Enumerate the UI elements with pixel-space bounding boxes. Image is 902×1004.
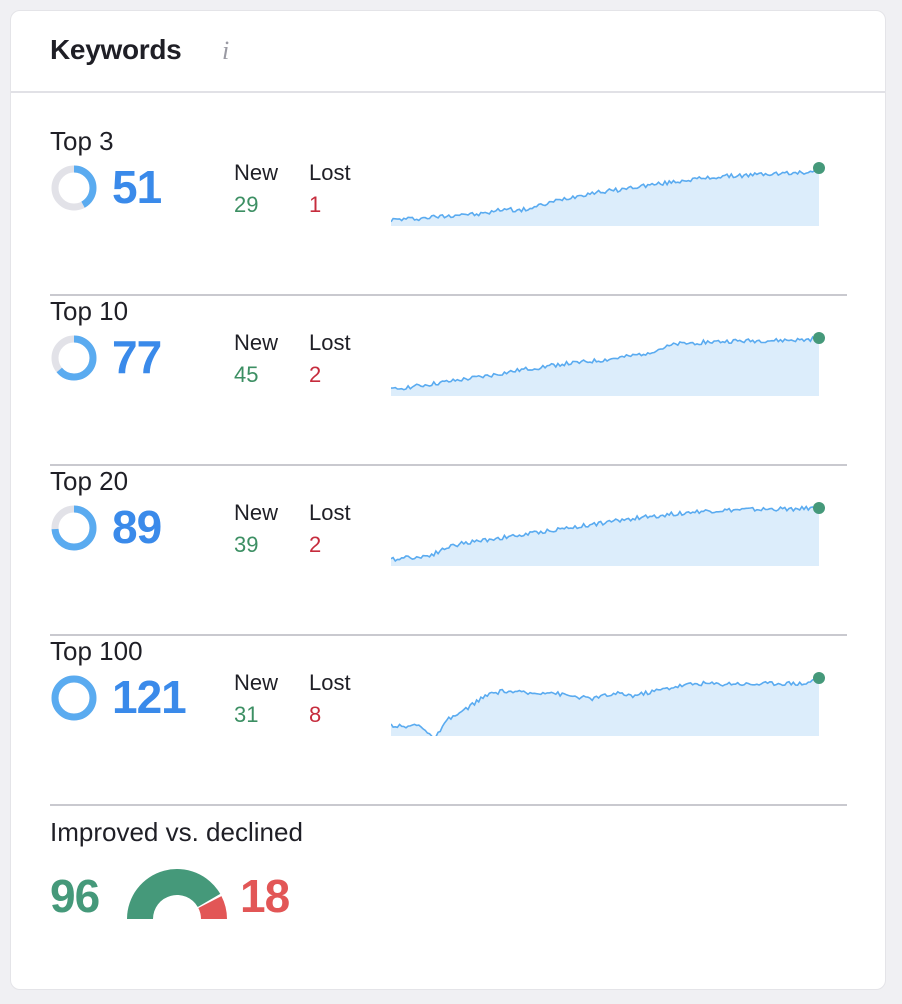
sparkline-area — [391, 337, 819, 396]
new-label: New — [234, 160, 279, 185]
sparkline-end-dot — [813, 162, 825, 174]
tier-count[interactable]: 121 — [112, 670, 187, 724]
new-value[interactable]: 29 — [234, 192, 258, 218]
tier-count[interactable]: 77 — [112, 330, 162, 384]
new-value[interactable]: 39 — [234, 532, 258, 558]
declined-count[interactable]: 18 — [240, 869, 290, 923]
tier-row[interactable]: Top 20 89 New Lost 39 2 — [50, 466, 847, 636]
lost-label: Lost — [309, 500, 351, 525]
new-value[interactable]: 31 — [234, 702, 258, 728]
trend-sparkline[interactable] — [391, 146, 831, 226]
sparkline-area — [391, 168, 819, 226]
trend-sparkline[interactable] — [391, 656, 831, 736]
donut-chart — [51, 165, 97, 211]
new-label: New — [234, 500, 279, 525]
lost-label: Lost — [309, 160, 351, 185]
lost-label: Lost — [309, 670, 351, 695]
tier-count[interactable]: 89 — [112, 500, 162, 554]
improved-declined-gauge — [127, 869, 227, 919]
lost-value[interactable]: 2 — [309, 362, 321, 388]
improved-vs-declined: Improved vs. declined 96 18 — [50, 817, 847, 957]
tier-row[interactable]: Top 3 51 New Lost 29 1 — [50, 126, 847, 296]
lost-value[interactable]: 2 — [309, 532, 321, 558]
lost-label: Lost — [309, 330, 351, 355]
improved-count[interactable]: 96 — [50, 869, 100, 923]
tier-label: Top 100 — [50, 636, 143, 666]
tier-count[interactable]: 51 — [112, 160, 162, 214]
donut-chart — [51, 675, 97, 721]
tier-row[interactable]: Top 10 77 New Lost 45 2 — [50, 296, 847, 466]
trend-sparkline[interactable] — [391, 486, 831, 566]
donut-chart — [51, 335, 97, 381]
card-header: Keywords i — [11, 11, 885, 93]
improved-vs-declined-label: Improved vs. declined — [50, 817, 303, 847]
tier-label: Top 10 — [50, 296, 129, 326]
lost-value[interactable]: 1 — [309, 192, 321, 218]
new-value[interactable]: 45 — [234, 362, 258, 388]
donut-chart — [51, 505, 97, 551]
tier-label: Top 3 — [50, 126, 114, 156]
sparkline-end-dot — [813, 502, 825, 514]
trend-sparkline[interactable] — [391, 316, 831, 396]
keywords-card: Keywords i Top 3 51 New Lost 29 1 Top 10 77 New L… — [10, 10, 886, 990]
donut-fill — [51, 675, 97, 721]
new-label: New — [234, 330, 279, 355]
card-title: Keywords — [50, 34, 182, 65]
tier-row[interactable]: Top 100 121 New Lost 31 8 — [50, 636, 847, 806]
new-label: New — [234, 670, 279, 695]
lost-value[interactable]: 8 — [309, 702, 321, 728]
sparkline-end-dot — [813, 672, 825, 684]
sparkline-area — [391, 678, 819, 736]
info-icon[interactable]: i — [222, 36, 229, 66]
sparkline-end-dot — [813, 332, 825, 344]
tier-label: Top 20 — [50, 466, 129, 496]
sparkline-area — [391, 506, 819, 566]
